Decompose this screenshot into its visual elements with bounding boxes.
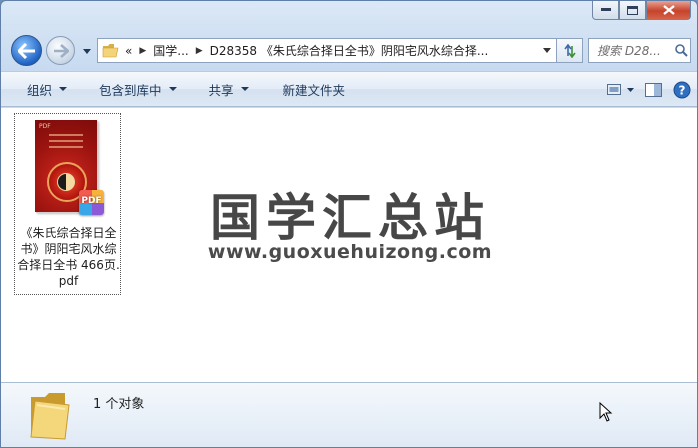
mouse-cursor-icon bbox=[599, 402, 613, 422]
folder-icon bbox=[102, 44, 119, 58]
watermark-title: 国学汇总站 bbox=[210, 189, 490, 247]
chevron-down-icon bbox=[168, 87, 177, 91]
share-button[interactable]: 共享 bbox=[199, 77, 259, 101]
toolbar-right-group: ? bbox=[607, 78, 691, 102]
recent-pages-dropdown[interactable] bbox=[81, 45, 93, 57]
chevron-down-icon bbox=[59, 87, 68, 91]
breadcrumb: « ▶ 国学... ▶ D28358 《朱氏综合择日全书》阴阳宅风水综合择... bbox=[125, 39, 488, 62]
close-icon bbox=[662, 5, 675, 15]
minimize-button[interactable] bbox=[592, 1, 619, 20]
refresh-icon bbox=[563, 43, 576, 58]
chevron-down-icon bbox=[543, 48, 551, 53]
chevron-down-icon bbox=[240, 87, 249, 91]
breadcrumb-overflow[interactable]: « bbox=[125, 44, 132, 58]
details-pane: 1 个对象 bbox=[1, 382, 697, 447]
help-icon: ? bbox=[673, 81, 691, 99]
address-history-dropdown[interactable] bbox=[538, 39, 556, 62]
include-in-library-label: 包含到库中 bbox=[99, 82, 162, 98]
breadcrumb-separator-icon[interactable]: ▶ bbox=[196, 46, 203, 56]
minimize-icon bbox=[600, 8, 611, 11]
search-box[interactable] bbox=[588, 38, 691, 63]
change-view-button[interactable] bbox=[607, 78, 635, 102]
organize-label: 组织 bbox=[27, 82, 53, 98]
back-arrow-icon bbox=[17, 42, 35, 59]
search-input[interactable] bbox=[597, 43, 673, 58]
include-in-library-button[interactable]: 包含到库中 bbox=[89, 77, 187, 101]
help-button[interactable]: ? bbox=[673, 78, 691, 102]
close-button[interactable] bbox=[646, 1, 691, 20]
breadcrumb-item-current[interactable]: D28358 《朱氏综合择日全书》阴阳宅风水综合择... bbox=[210, 42, 489, 59]
item-count: 1 个对象 bbox=[93, 397, 145, 412]
preview-pane-icon bbox=[645, 82, 662, 97]
search-icon[interactable] bbox=[675, 44, 688, 57]
organize-menu-button[interactable]: 组织 bbox=[17, 77, 77, 101]
share-label: 共享 bbox=[208, 82, 234, 98]
svg-text:?: ? bbox=[679, 84, 686, 98]
back-button[interactable] bbox=[11, 35, 42, 66]
forward-arrow-icon bbox=[53, 43, 69, 58]
file-list-pane[interactable]: PDF PDF 《朱氏综合择日全书》阴阳宅风水综合择日全书 466页.pdf 国… bbox=[1, 108, 697, 382]
folder-icon bbox=[30, 393, 70, 440]
thumbnail-text-lines bbox=[49, 134, 83, 152]
breadcrumb-item-parent[interactable]: 国学... bbox=[153, 42, 188, 59]
maximize-icon bbox=[627, 5, 638, 15]
new-folder-label: 新建文件夹 bbox=[282, 82, 346, 98]
address-bar[interactable]: « ▶ 国学... ▶ D28358 《朱氏综合择日全书》阴阳宅风水综合择... bbox=[97, 38, 557, 63]
view-options-icon bbox=[607, 84, 634, 95]
forward-button[interactable] bbox=[46, 36, 75, 65]
caption-buttons bbox=[592, 1, 691, 20]
preview-pane-button[interactable] bbox=[645, 78, 663, 102]
chevron-down-icon bbox=[83, 48, 91, 54]
maximize-button[interactable] bbox=[619, 1, 646, 20]
watermark-url: www.guoxuehuizong.com bbox=[207, 241, 493, 263]
breadcrumb-separator-icon[interactable]: ▶ bbox=[139, 46, 146, 56]
new-folder-button[interactable]: 新建文件夹 bbox=[273, 77, 356, 101]
command-bar: 组织 包含到库中 共享 新建文件夹 ? bbox=[1, 71, 697, 107]
thumbnail-pdf-label: PDF bbox=[39, 123, 51, 130]
refresh-button[interactable] bbox=[557, 38, 583, 63]
explorer-window: « ▶ 国学... ▶ D28358 《朱氏综合择日全书》阴阳宅风水综合择...… bbox=[0, 0, 698, 448]
